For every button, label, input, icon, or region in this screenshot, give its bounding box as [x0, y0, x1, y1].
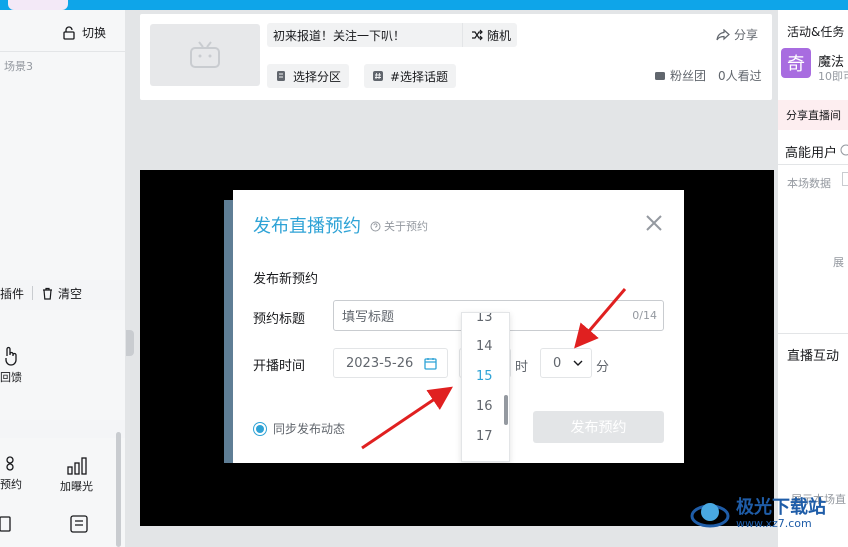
feedback-label: 回馈: [0, 371, 22, 384]
doc-item[interactable]: [0, 515, 12, 536]
about-reservation-link[interactable]: 关于预约: [370, 218, 428, 234]
expand-label[interactable]: 展: [833, 254, 844, 270]
reserve-item[interactable]: 预约: [0, 455, 22, 492]
this-data-label: 本场数据: [787, 177, 831, 190]
live-interact-title: 直播互动: [787, 349, 840, 364]
random-button[interactable]: 随机: [462, 23, 511, 47]
title-placeholder: 填写标题: [342, 310, 395, 325]
fans-icon: [655, 71, 665, 80]
feedback-item[interactable]: 回馈: [0, 346, 22, 385]
minute-select[interactable]: 0: [540, 348, 592, 378]
bar-chart-icon: [66, 457, 87, 475]
avatar[interactable]: [8, 0, 68, 10]
sync-label: 同步发布动态: [273, 422, 346, 436]
watermark-url: www.xz7.com: [736, 516, 812, 530]
reserve-icon: [6, 456, 14, 471]
window-top-bar: [0, 0, 848, 10]
hour-option[interactable]: 14: [476, 339, 493, 354]
watermark-text: 极光下载站: [736, 496, 826, 518]
sync-dynamic-option[interactable]: 同步发布动态: [253, 420, 345, 437]
hour-option-selected[interactable]: 15: [476, 369, 493, 384]
switch-label: 切换: [82, 26, 107, 40]
hour-option[interactable]: 16: [476, 399, 493, 414]
high-energy-title: 高能用户: [785, 146, 838, 161]
dropdown-scrollbar[interactable]: [504, 395, 508, 425]
minute-value: 0: [553, 355, 562, 371]
select-topic-label: #选择话题: [390, 69, 449, 84]
date-picker[interactable]: 2023-5-26: [333, 348, 448, 378]
divider: [778, 164, 848, 165]
publish-reservation-button[interactable]: 发布预约: [533, 411, 664, 443]
sync-radio[interactable]: [253, 421, 267, 436]
collapse-handle[interactable]: [126, 330, 134, 356]
qi-icon: 奇: [781, 48, 811, 78]
plugins-bar: 插件 清空: [0, 280, 125, 306]
hour-option[interactable]: 17: [476, 429, 493, 444]
fans-club-button[interactable]: 粉丝团: [654, 67, 706, 84]
share-button[interactable]: 分享: [716, 26, 758, 43]
share-live-banner[interactable]: 分享直播间: [778, 100, 848, 130]
activity-tab[interactable]: 活动&任务: [787, 23, 844, 40]
separator: [32, 286, 34, 300]
hour-dropdown: 13 14 15 16 17: [461, 312, 510, 462]
lock-icon: [63, 25, 75, 40]
magic-subtitle: 10即可: [818, 70, 848, 83]
tv-icon: [190, 41, 220, 68]
help-icon: [370, 221, 381, 231]
switch-button[interactable]: 切换: [62, 24, 106, 41]
category-icon: [277, 71, 285, 81]
shuffle-icon: [472, 29, 483, 41]
trash-icon: [43, 287, 53, 300]
watermark: 极光下载站 www.xz7.com: [690, 494, 826, 534]
share-label: 分享: [734, 28, 759, 42]
select-topic-button[interactable]: #选择话题: [364, 64, 457, 88]
clear-button[interactable]: 清空: [58, 285, 82, 302]
data-toggle[interactable]: [842, 172, 848, 186]
scene-label[interactable]: 场景3: [4, 58, 33, 74]
select-area-button[interactable]: 选择分区: [267, 64, 350, 88]
publish-label: 发布预约: [570, 420, 627, 436]
time-label: 开播时间: [253, 359, 306, 374]
checklist-icon: [70, 515, 88, 533]
scrollbar[interactable]: [116, 432, 121, 547]
random-label: 随机: [487, 28, 512, 43]
chevron-down-icon: [573, 360, 583, 366]
qi-char: 奇: [787, 54, 805, 75]
exposure-label: 加曝光: [60, 480, 93, 493]
right-panel: [777, 10, 848, 547]
share-icon: [716, 28, 730, 40]
hashtag-icon: [373, 71, 383, 81]
modal-title: 发布直播预约: [253, 216, 361, 237]
new-reservation-label: 发布新预约: [253, 272, 319, 287]
fans-label: 粉丝团: [670, 69, 707, 83]
cover-image[interactable]: [150, 24, 260, 86]
exposure-item[interactable]: 加曝光: [60, 455, 93, 494]
date-value: 2023-5-26: [346, 355, 414, 371]
reserve-label: 预约: [0, 478, 22, 491]
share-live-label: 分享直播间: [786, 109, 841, 122]
select-area-label: 选择分区: [293, 69, 342, 84]
plugins-button[interactable]: 插件: [0, 285, 24, 302]
hour-option[interactable]: 13: [476, 313, 493, 325]
divider: [0, 51, 125, 52]
watermark-logo-icon: [690, 503, 730, 528]
minute-unit: 分: [596, 360, 610, 375]
title-counter: 0/14: [632, 309, 657, 322]
close-icon[interactable]: [645, 214, 663, 232]
calendar-icon: [424, 357, 437, 370]
title-field-label: 预约标题: [253, 312, 306, 327]
divider: [778, 333, 848, 334]
hand-icon: [5, 346, 17, 366]
document-icon: [0, 516, 11, 532]
about-label: 关于预约: [384, 220, 428, 233]
live-title-value: 初来报道！关注一下叭！: [273, 28, 406, 43]
hour-unit: 时: [515, 360, 529, 375]
task-item[interactable]: [70, 515, 88, 536]
watchers-count: 0人看过: [718, 69, 762, 83]
info-icon[interactable]: [840, 144, 848, 159]
